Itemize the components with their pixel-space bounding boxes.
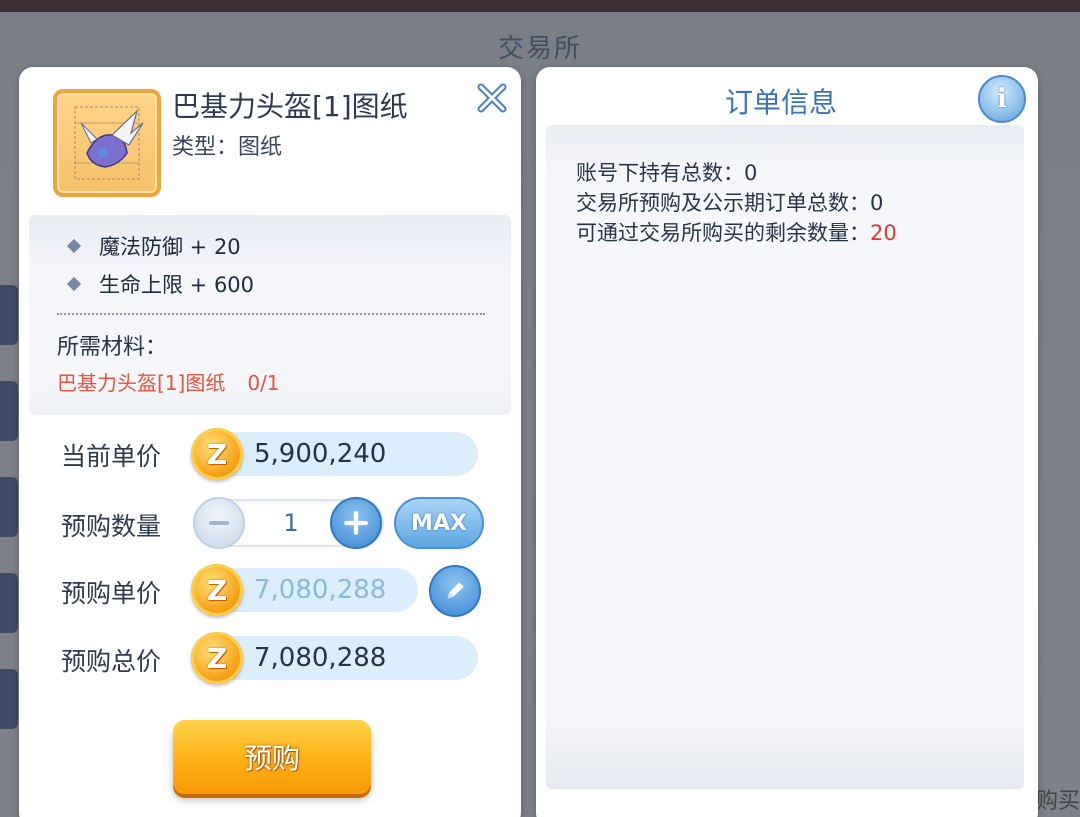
item-name: 巴基力头盔[1]图纸 <box>172 90 408 123</box>
decrease-quantity-button[interactable] <box>193 497 245 549</box>
item-icon <box>53 89 161 197</box>
dotted-divider <box>57 313 485 315</box>
bullet-diamond-icon <box>66 276 82 292</box>
edit-price-button[interactable] <box>429 565 481 617</box>
bullet-diamond-icon <box>66 238 82 254</box>
material-name: 巴基力头盔[1]图纸 <box>57 371 226 395</box>
order-info-line: 账号下持有总数：0 <box>576 157 757 187</box>
background-top-strip <box>0 0 1080 12</box>
plus-icon <box>344 511 368 535</box>
order-line-value: 0 <box>870 191 884 215</box>
order-line-label: 交易所预购及公示期订单总数： <box>576 191 870 215</box>
quantity-label: 预购数量 <box>61 512 162 541</box>
order-info-box: 账号下持有总数：0 交易所预购及公示期订单总数：0 可通过交易所购买的剩余数量：… <box>546 125 1024 789</box>
attribute-text: 生命上限 + 600 <box>99 273 255 297</box>
order-info-line: 交易所预购及公示期订单总数：0 <box>576 187 883 217</box>
close-icon[interactable] <box>475 81 509 115</box>
remaining-quantity-value: 20 <box>870 221 897 245</box>
background-side-tabs <box>0 285 18 765</box>
order-info-line: 可通过交易所购买的剩余数量：20 <box>576 217 897 247</box>
zeny-coin-icon: Z <box>191 632 243 684</box>
background-partial-text: 购买 <box>1035 789 1080 814</box>
order-info-panel: 订单信息 i 账号下持有总数：0 交易所预购及公示期订单总数：0 可通过交易所购… <box>536 67 1038 817</box>
attribute-row: 魔法防御 + 20 <box>65 231 241 261</box>
max-quantity-button[interactable]: MAX <box>394 497 484 549</box>
increase-quantity-button[interactable] <box>330 497 382 549</box>
info-icon[interactable]: i <box>978 75 1026 123</box>
total-price-label: 预购总价 <box>61 647 162 676</box>
zeny-coin-icon: Z <box>191 564 243 616</box>
pencil-icon <box>447 582 464 599</box>
zeny-coin-icon: Z <box>191 428 243 480</box>
material-qty: 0/1 <box>247 371 280 395</box>
current-price-label: 当前单价 <box>61 442 162 471</box>
order-line-value: 0 <box>744 161 758 185</box>
attribute-row: 生命上限 + 600 <box>65 269 254 299</box>
materials-label: 所需材料： <box>57 335 168 360</box>
order-info-title: 订单信息 <box>724 86 837 119</box>
background-title: 交易所 <box>497 34 582 64</box>
blueprint-helmet-icon <box>74 106 144 180</box>
order-line-label: 可通过交易所购买的剩余数量： <box>576 221 870 245</box>
unit-price-label: 预购单价 <box>61 579 162 608</box>
minus-icon <box>209 521 229 525</box>
attribute-text: 魔法防御 + 20 <box>99 235 241 259</box>
item-type: 类型：图纸 <box>172 135 283 160</box>
order-line-label: 账号下持有总数： <box>576 161 744 185</box>
attribute-box: 魔法防御 + 20 生命上限 + 600 所需材料： 巴基力头盔[1]图纸 0/1 <box>29 215 511 415</box>
material-item: 巴基力头盔[1]图纸 0/1 <box>57 367 280 396</box>
preorder-button[interactable]: 预购 <box>173 720 371 794</box>
item-purchase-panel: 巴基力头盔[1]图纸 类型：图纸 魔法防御 + 20 生命上限 + 600 所需… <box>19 67 521 817</box>
